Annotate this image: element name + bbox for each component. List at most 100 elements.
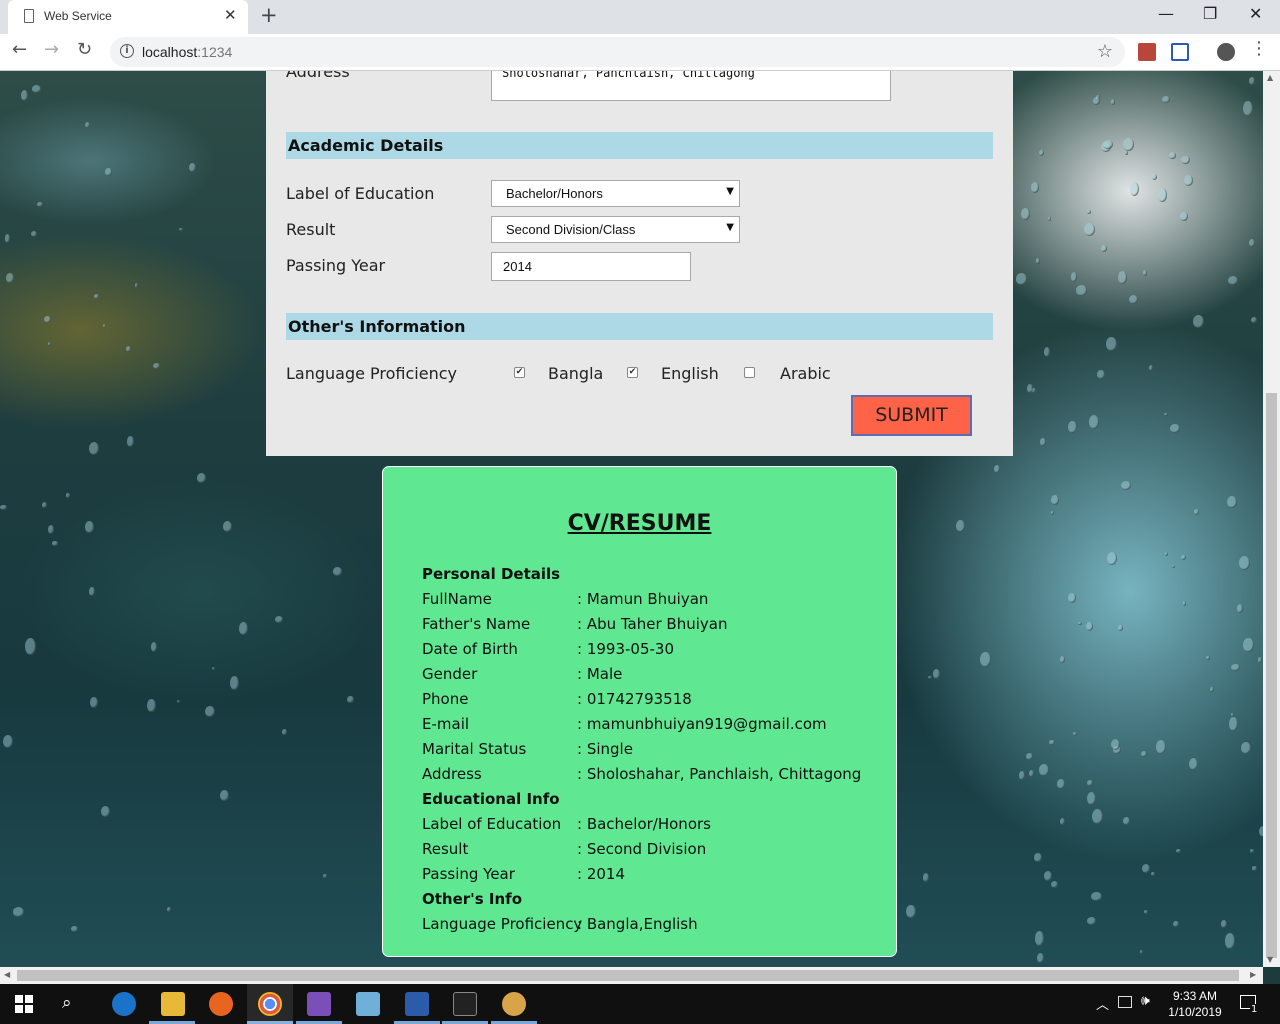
- rain-drop: [31, 231, 38, 238]
- rain-drop: [1106, 337, 1117, 351]
- tab-close-icon[interactable]: ✕: [224, 6, 237, 24]
- page-icon: [24, 9, 34, 23]
- notepad-icon[interactable]: [356, 992, 380, 1016]
- cv-row-value: : Bachelor/Honors: [577, 815, 711, 833]
- forward-button[interactable]: →: [44, 39, 59, 60]
- scroll-right-arrow-icon[interactable]: ▶: [1250, 970, 1256, 979]
- rain-drop: [90, 697, 98, 708]
- vertical-scrollbar[interactable]: ▲ ▼: [1263, 71, 1280, 967]
- rain-drop: [212, 667, 215, 670]
- clock-time: 9:33 AM: [1172, 989, 1218, 1003]
- passing-year-input[interactable]: 2014: [491, 252, 691, 281]
- checkbox-english[interactable]: ✔: [627, 367, 638, 378]
- cv-row-key: Label of Education: [422, 815, 562, 833]
- address-textarea[interactable]: Sholoshahar, Panchlaish, Chittagong: [491, 71, 891, 101]
- rain-drop: [333, 567, 343, 576]
- rain-drop: [1118, 625, 1123, 631]
- info-icon[interactable]: i: [120, 44, 134, 58]
- new-tab-button[interactable]: +: [260, 3, 278, 27]
- cv-row: FullName: Mamun Bhuiyan: [422, 590, 882, 612]
- result-select[interactable]: Second Division/Class ▼: [491, 216, 740, 243]
- rain-drop: [282, 729, 288, 735]
- horizontal-scroll-thumb[interactable]: [17, 970, 1239, 981]
- language-label: Language Proficiency: [286, 364, 457, 383]
- cv-title: CV/RESUME: [567, 511, 712, 536]
- rain-drop: [1111, 99, 1115, 105]
- menu-kebab-icon[interactable]: ⋮: [1250, 38, 1268, 59]
- rain-drop: [1049, 740, 1055, 745]
- rain-drop: [197, 473, 206, 483]
- cv-row-value: : 01742793518: [577, 690, 692, 708]
- rain-drop: [1165, 552, 1169, 556]
- pdf-extension-icon[interactable]: [1138, 43, 1156, 61]
- rain-drop: [205, 706, 215, 717]
- rain-drop: [1141, 751, 1147, 757]
- rain-drop: [1060, 656, 1065, 663]
- rain-drop: [1158, 188, 1167, 202]
- profile-icon[interactable]: [1217, 43, 1235, 61]
- horizontal-scrollbar[interactable]: ◀ ▶: [0, 967, 1263, 984]
- network-icon[interactable]: [1118, 996, 1132, 1008]
- firefox-icon[interactable]: [209, 992, 233, 1016]
- paint-icon[interactable]: [502, 992, 526, 1016]
- windows-start-icon[interactable]: [15, 995, 33, 1013]
- rain-drop: [933, 669, 940, 679]
- rain-drop: [1087, 917, 1096, 925]
- volume-icon[interactable]: 🕪: [1141, 993, 1150, 1009]
- rain-drop: [3, 735, 13, 749]
- rain-drop: [906, 905, 916, 919]
- show-hidden-icons-icon[interactable]: ︿: [1096, 994, 1109, 1013]
- reload-button[interactable]: ↻: [77, 39, 92, 60]
- restore-button[interactable]: ❐: [1203, 4, 1217, 23]
- word-icon[interactable]: [405, 992, 429, 1016]
- rain-drop: [1169, 152, 1176, 160]
- rain-drop: [1039, 150, 1045, 157]
- back-button[interactable]: ←: [12, 39, 27, 60]
- scroll-up-arrow-icon[interactable]: ▲: [1267, 73, 1273, 82]
- rain-drop: [179, 228, 183, 232]
- file-explorer-icon[interactable]: [161, 992, 185, 1016]
- rain-drop: [1130, 182, 1140, 197]
- rain-drop: [347, 696, 354, 704]
- visual-studio-icon[interactable]: [307, 992, 331, 1016]
- cv-resume-card: CV/RESUME Personal Details FullName: Mamu…: [382, 466, 897, 957]
- page-viewport: Address Sholoshahar, Panchlaish, Chittag…: [0, 71, 1263, 967]
- cv-row-key: Marital Status: [422, 740, 527, 758]
- rain-drop: [6, 273, 14, 283]
- url-text[interactable]: localhost:1234: [142, 44, 232, 60]
- chrome-active-highlight: [247, 984, 293, 1024]
- rain-drop: [1084, 223, 1095, 236]
- tab-web-service[interactable]: Web Service ✕: [8, 0, 248, 34]
- rain-drop: [1172, 565, 1176, 569]
- academic-section-header: Academic Details: [286, 132, 993, 159]
- rain-drop: [1183, 601, 1187, 606]
- cv-row-value: : 2014: [577, 865, 625, 883]
- rain-drop: [1181, 156, 1190, 165]
- search-icon[interactable]: ⌕: [62, 993, 72, 1013]
- bookmark-star-icon[interactable]: ☆: [1097, 41, 1113, 62]
- rain-drop: [1140, 950, 1144, 954]
- scroll-down-arrow-icon[interactable]: ▼: [1267, 955, 1273, 964]
- rain-drop: [1237, 604, 1244, 613]
- terminal-icon[interactable]: [453, 992, 477, 1016]
- grid-extension-icon[interactable]: [1171, 43, 1189, 61]
- vertical-scroll-thumb[interactable]: [1266, 393, 1277, 958]
- address-bar[interactable]: i localhost:1234 ☆: [110, 37, 1125, 67]
- education-select[interactable]: Bachelor/Honors ▼: [491, 180, 740, 207]
- scroll-left-arrow-icon[interactable]: ◀: [4, 970, 10, 979]
- close-window-button[interactable]: ✕: [1249, 4, 1262, 23]
- edge-icon[interactable]: [112, 992, 136, 1016]
- rain-drop: [1021, 208, 1030, 220]
- submit-button[interactable]: SUBMIT: [851, 395, 972, 436]
- rain-drop: [1039, 764, 1050, 776]
- rain-drop: [323, 874, 327, 878]
- system-clock[interactable]: 9:33 AM 1/10/2019: [1160, 988, 1230, 1020]
- rain-drop: [151, 642, 158, 652]
- cv-row-key: Address: [422, 765, 482, 783]
- checkbox-bangla[interactable]: ✔: [514, 367, 525, 378]
- minimize-button[interactable]: —: [1158, 4, 1174, 23]
- rain-drop: [1149, 365, 1154, 371]
- rain-drop: [923, 873, 930, 882]
- rain-drop: [1101, 245, 1107, 252]
- checkbox-arabic[interactable]: [744, 367, 755, 378]
